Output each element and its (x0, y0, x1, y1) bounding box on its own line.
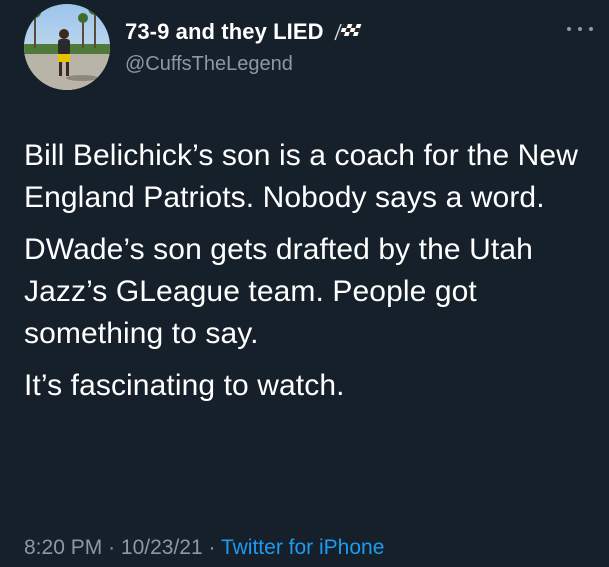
avatar-image (24, 4, 110, 90)
avatar[interactable] (24, 4, 110, 90)
more-dot (589, 27, 593, 31)
tweet-date[interactable]: 10/23/21 (121, 536, 203, 559)
tweet-metadata: 8:20 PM · 10/23/21 · Twitter for iPhone (24, 536, 384, 560)
meta-separator: · (208, 536, 216, 559)
more-horizontal-icon[interactable] (567, 22, 593, 36)
more-dot (578, 27, 582, 31)
tweet-paragraph: It’s fascinating to watch. (24, 369, 345, 402)
display-name[interactable]: 73-9 and they LIED (125, 19, 324, 45)
tweet-card: 73-9 and they LIED @CuffsTheLegend Bill … (0, 0, 609, 567)
author-name-row[interactable]: 73-9 and they LIED (125, 19, 362, 45)
tweet-paragraph: Bill Belichick’s son is a coach for the … (24, 139, 578, 214)
tweet-paragraph: DWade’s son gets drafted by the Utah Jaz… (24, 233, 533, 350)
meta-separator: · (108, 536, 116, 559)
tweet-source-link[interactable]: Twitter for iPhone (221, 536, 384, 559)
author-handle[interactable]: @CuffsTheLegend (125, 53, 293, 76)
tweet-time[interactable]: 8:20 PM (24, 536, 102, 559)
more-dot (567, 27, 571, 31)
tweet-text: Bill Belichick’s son is a coach for the … (24, 135, 589, 417)
checkered-flag-icon (333, 23, 361, 41)
